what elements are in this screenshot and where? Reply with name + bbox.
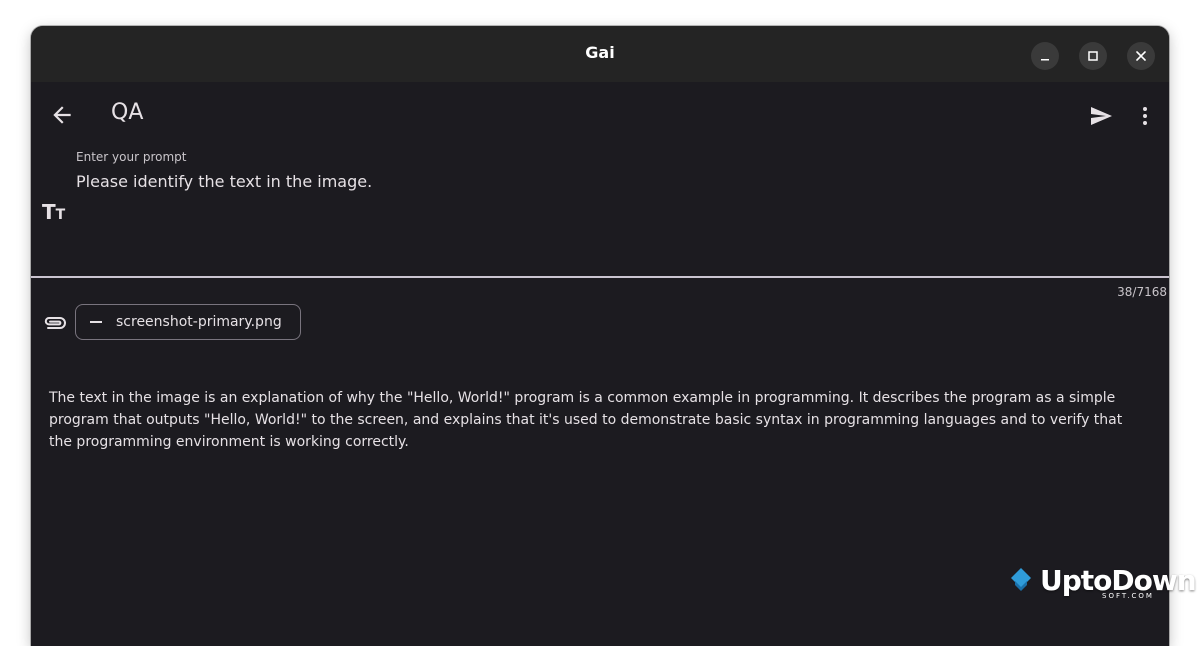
more-vertical-icon (1143, 107, 1147, 125)
char-counter: 38/7168 (1117, 285, 1167, 299)
watermark-sub: SOFT.COM (1102, 592, 1154, 600)
response-text: The text in the image is an explanation … (49, 390, 1123, 450)
attach-button[interactable] (41, 314, 67, 332)
prompt-input[interactable]: Please identify the text in the image. (76, 172, 372, 191)
app-window: Gai QA Enter your prompt Please identify… (31, 26, 1169, 646)
send-button[interactable] (1087, 104, 1115, 128)
prompt-underline (31, 276, 1169, 278)
attachment-chip[interactable]: screenshot-primary.png (75, 304, 301, 340)
minimize-icon (1041, 59, 1049, 61)
maximize-icon (1088, 51, 1098, 61)
text-format-glyph-small: T (55, 207, 66, 223)
text-format-button[interactable]: TT (42, 202, 72, 226)
close-icon (1136, 51, 1146, 61)
page-title: QA (111, 100, 144, 125)
close-button[interactable] (1127, 42, 1155, 70)
prompt-label: Enter your prompt (76, 150, 187, 164)
remove-attachment-icon[interactable] (90, 321, 102, 323)
app-bar: QA (31, 82, 1169, 142)
attachment-file-name: screenshot-primary.png (116, 314, 282, 330)
arrow-left-icon (53, 106, 71, 124)
text-format-glyph-big: T (42, 200, 56, 224)
uptodown-logo-icon (1011, 568, 1031, 591)
title-bar[interactable]: Gai (31, 26, 1169, 82)
watermark: UptoDown SOFT.COM (1006, 564, 1200, 604)
paperclip-icon (44, 317, 66, 329)
back-button[interactable] (49, 102, 75, 128)
more-options-button[interactable] (1137, 104, 1153, 128)
minimize-button[interactable] (1031, 42, 1059, 70)
maximize-button[interactable] (1079, 42, 1107, 70)
window-title: Gai (585, 43, 615, 62)
text-format-icon: TT (42, 202, 66, 223)
send-icon (1091, 107, 1112, 125)
